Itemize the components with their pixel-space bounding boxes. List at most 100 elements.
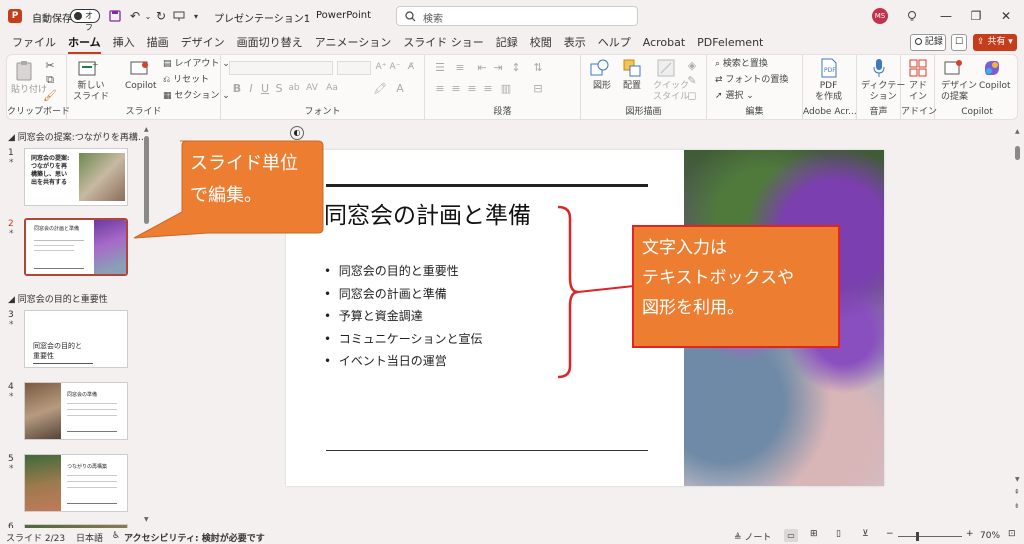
shape-effects-icon[interactable]: ◻ — [685, 88, 699, 102]
font-color-icon[interactable]: A — [393, 81, 407, 95]
slideshow-view-icon[interactable]: ⊻ — [862, 529, 869, 539]
change-case-icon[interactable]: Aa — [325, 81, 339, 95]
tab-acrobat[interactable]: Acrobat — [637, 32, 691, 54]
shapes-label[interactable]: 図形 — [593, 81, 611, 92]
new-slide-label[interactable]: 新しい スライド — [73, 81, 109, 103]
slide-sorter-icon[interactable]: ⊞ — [810, 529, 818, 539]
accessibility-status[interactable]: アクセシビリティ: 検討が必要です — [124, 531, 265, 544]
autosave-toggle[interactable]: オフ — [70, 9, 100, 32]
search-box[interactable]: 検索 — [396, 6, 638, 26]
tab-home[interactable]: ホーム — [62, 32, 107, 54]
minimize-icon[interactable]: — — [932, 0, 960, 32]
italic-icon[interactable]: I — [245, 81, 257, 95]
section-header-2[interactable]: ◢ 同窓会の目的と重要性 — [8, 292, 108, 305]
language[interactable]: 日本語 — [76, 531, 103, 544]
replace-font-button[interactable]: ⇄ フォントの置換 — [715, 75, 788, 86]
tab-insert[interactable]: 挿入 — [107, 32, 141, 54]
zoom-in-icon[interactable]: + — [966, 529, 974, 539]
dictate-label[interactable]: ディクテー ション — [861, 81, 905, 103]
tab-view[interactable]: 表示 — [558, 32, 592, 54]
start-slideshow-icon[interactable] — [170, 0, 188, 32]
format-painter-icon[interactable]: 🖌 — [43, 88, 57, 102]
paste-icon[interactable] — [13, 59, 35, 83]
tab-review[interactable]: 校閲 — [524, 32, 558, 54]
highlight-icon[interactable]: 🖍 — [373, 81, 387, 95]
redo-icon[interactable]: ↻ — [152, 0, 170, 32]
editor-vertical-scrollbar[interactable]: ▲ ▼ ⇞ ⇟ — [1014, 128, 1022, 524]
slide-thumbnail-1[interactable]: 同窓会の提案: つながりを再 構築し、思い 出を共有する — [24, 148, 128, 206]
shape-outline-icon[interactable]: ✎ — [685, 73, 699, 87]
addins-icon[interactable] — [908, 57, 928, 79]
copilot-slide-label[interactable]: Copilot — [125, 81, 157, 92]
tab-draw[interactable]: 描画 — [141, 32, 175, 54]
create-pdf-label[interactable]: PDF を作成 — [815, 81, 842, 103]
numbering-icon[interactable]: ≡ — [453, 60, 467, 74]
callout-right[interactable]: 文字入力は テキストボックスや 図形を利用。 — [632, 225, 840, 348]
lightbulb-icon[interactable] — [902, 0, 922, 32]
bullets-icon[interactable]: ☰ — [433, 60, 447, 74]
comments-icon[interactable]: ☐ — [951, 34, 967, 51]
fit-to-window-icon[interactable]: ⊡ — [1008, 529, 1016, 539]
design-ideas-label[interactable]: デザイン の提案 — [941, 81, 977, 103]
slide-thumbnail-3[interactable]: 同窓会の目的と 重要性 — [24, 310, 128, 368]
tab-file[interactable]: ファイル — [6, 32, 62, 54]
character-spacing-icon[interactable]: AV — [305, 81, 319, 95]
section-button[interactable]: ▦ セクション ⌄ — [163, 91, 230, 102]
shape-fill-icon[interactable]: ◈ — [685, 58, 699, 72]
grow-font-icon[interactable]: A⁺ — [375, 60, 387, 74]
microphone-icon[interactable] — [869, 57, 889, 79]
zoom-level[interactable]: 70% — [980, 531, 1000, 541]
tab-slideshow[interactable]: スライド ショー — [397, 32, 490, 54]
share-button[interactable]: ⇪ 共有 ▾ — [973, 34, 1017, 51]
callout-left-text[interactable]: スライド単位 で編集。 — [190, 148, 320, 212]
design-ideas-icon[interactable] — [943, 57, 965, 79]
copy-icon[interactable]: ⧉ — [43, 73, 57, 87]
quick-styles-label[interactable]: クイック スタイル — [653, 81, 689, 103]
addins-label[interactable]: アド イン — [909, 81, 927, 103]
reset-button[interactable]: ⎌ リセット — [163, 75, 209, 86]
quick-styles-icon[interactable] — [655, 57, 677, 79]
customize-toolbar-icon[interactable]: ▾ — [190, 0, 202, 32]
slide-position[interactable]: スライド 2/23 — [6, 531, 65, 544]
shadow-icon[interactable]: S — [273, 81, 285, 95]
section-header-1[interactable]: ◢ 同窓会の提案:つながりを再構… — [8, 130, 147, 143]
save-icon[interactable] — [106, 0, 124, 32]
undo-icon[interactable]: ↶ — [126, 0, 144, 32]
tab-record[interactable]: 記録 — [490, 32, 524, 54]
designer-tip-icon[interactable]: ◐ — [290, 126, 304, 140]
reading-view-icon[interactable]: ▯ — [836, 529, 841, 539]
tab-design[interactable]: デザイン — [175, 32, 231, 54]
close-icon[interactable]: ✕ — [992, 0, 1020, 32]
columns-icon[interactable]: ▥ — [499, 81, 513, 95]
align-left-icon[interactable]: ≡ — [433, 81, 447, 95]
align-text-icon[interactable]: ⊟ — [531, 81, 545, 95]
restore-icon[interactable]: ❐ — [962, 0, 990, 32]
arrange-label[interactable]: 配置 — [623, 81, 641, 92]
record-button[interactable]: 記録 — [910, 34, 946, 51]
tab-animations[interactable]: アニメーション — [309, 32, 398, 54]
font-name-select[interactable] — [229, 61, 333, 75]
slide-title[interactable]: 同窓会の計画と準備 — [324, 196, 531, 230]
slide-bullet-list[interactable]: • 同窓会の目的と重要性 • 同窓会の計画と準備 • 予算と資金調達 • コミュ… — [324, 260, 482, 373]
strikethrough-icon[interactable]: ab — [287, 81, 301, 95]
normal-view-icon[interactable]: ▭ — [784, 529, 798, 542]
line-spacing-icon[interactable]: ↕ — [509, 60, 523, 74]
zoom-out-icon[interactable]: − — [886, 529, 894, 539]
shrink-font-icon[interactable]: A⁻ — [389, 60, 401, 74]
increase-indent-icon[interactable]: ⇥ — [491, 60, 505, 74]
create-pdf-icon[interactable]: PDF — [819, 57, 839, 79]
font-size-select[interactable] — [337, 61, 371, 75]
notes-button[interactable]: ≜ ノート — [734, 530, 771, 543]
layout-button[interactable]: ▤ レイアウト ⌄ — [163, 59, 230, 70]
bold-icon[interactable]: B — [231, 81, 243, 95]
copilot-slide-icon[interactable] — [129, 58, 151, 80]
copilot-label[interactable]: Copilot — [979, 81, 1011, 92]
select-button[interactable]: ➚ 選択 ⌄ — [715, 91, 754, 102]
avatar[interactable]: MS — [872, 8, 888, 24]
align-right-icon[interactable]: ≡ — [465, 81, 479, 95]
tab-transitions[interactable]: 画面切り替え — [231, 32, 309, 54]
tab-pdfelement[interactable]: PDFelement — [691, 32, 769, 54]
find-button[interactable]: ⌕ 検索と置換 — [715, 59, 768, 70]
copilot-icon[interactable] — [981, 57, 1003, 79]
arrange-icon[interactable] — [621, 57, 643, 79]
